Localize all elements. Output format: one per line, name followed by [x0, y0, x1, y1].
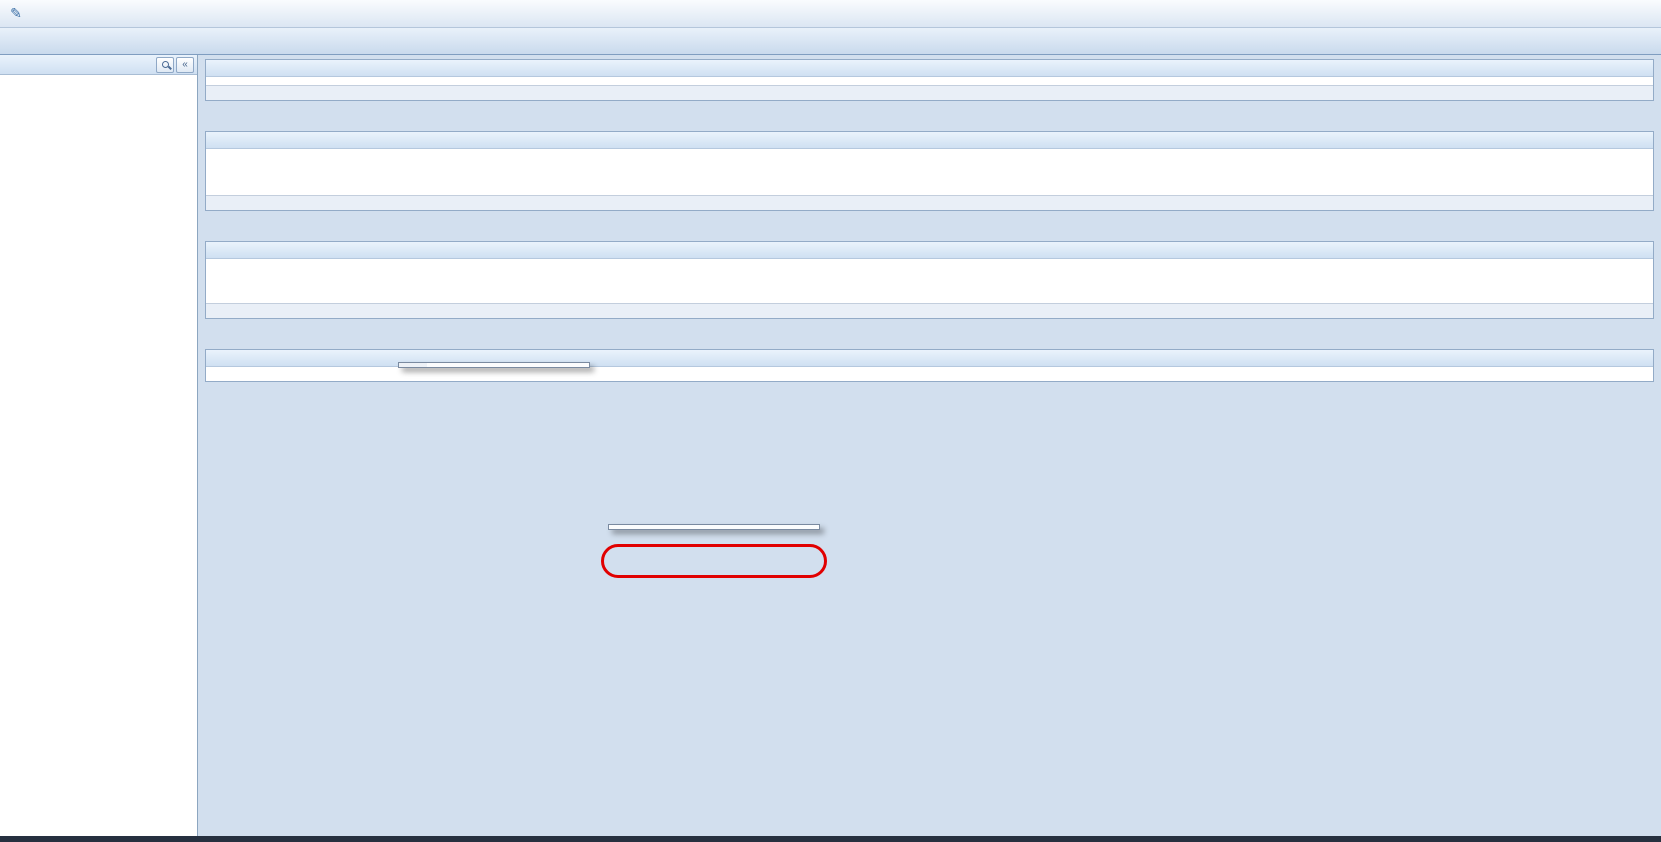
projects-panel — [205, 59, 1654, 101]
stage-section-tabs — [205, 217, 1661, 241]
grid-filler — [206, 149, 1653, 195]
stages-hscrollbar[interactable] — [206, 195, 1653, 210]
sidebar: « — [0, 55, 198, 842]
content-area: « — [0, 55, 1661, 842]
app-logo-icon: ✎ — [6, 6, 26, 22]
stages-panel — [205, 131, 1654, 211]
main-area — [198, 55, 1661, 842]
sidebar-header: « — [0, 55, 197, 75]
search-button[interactable] — [156, 57, 174, 73]
works-panel — [205, 241, 1654, 319]
collapse-sidebar-button[interactable]: « — [176, 57, 194, 73]
hierarchy-tree — [0, 75, 197, 85]
window-bottom-edge — [0, 836, 1661, 842]
grid-filler — [206, 367, 1653, 381]
grid-filler — [206, 77, 1653, 85]
projects-hscrollbar[interactable] — [206, 85, 1653, 100]
works-panel-title — [206, 242, 1653, 259]
stages-panel-title — [206, 132, 1653, 149]
search-icon — [162, 61, 169, 68]
menubar: ✎ — [0, 0, 1661, 28]
grid-filler — [206, 259, 1653, 303]
work-section-tabs — [205, 325, 1661, 349]
context-menu — [398, 362, 590, 368]
window-tabbar — [0, 28, 1661, 55]
context-submenu — [608, 524, 820, 530]
project-section-tabs — [205, 107, 1661, 131]
works-hscrollbar[interactable] — [206, 303, 1653, 318]
projects-panel-title — [206, 60, 1653, 77]
